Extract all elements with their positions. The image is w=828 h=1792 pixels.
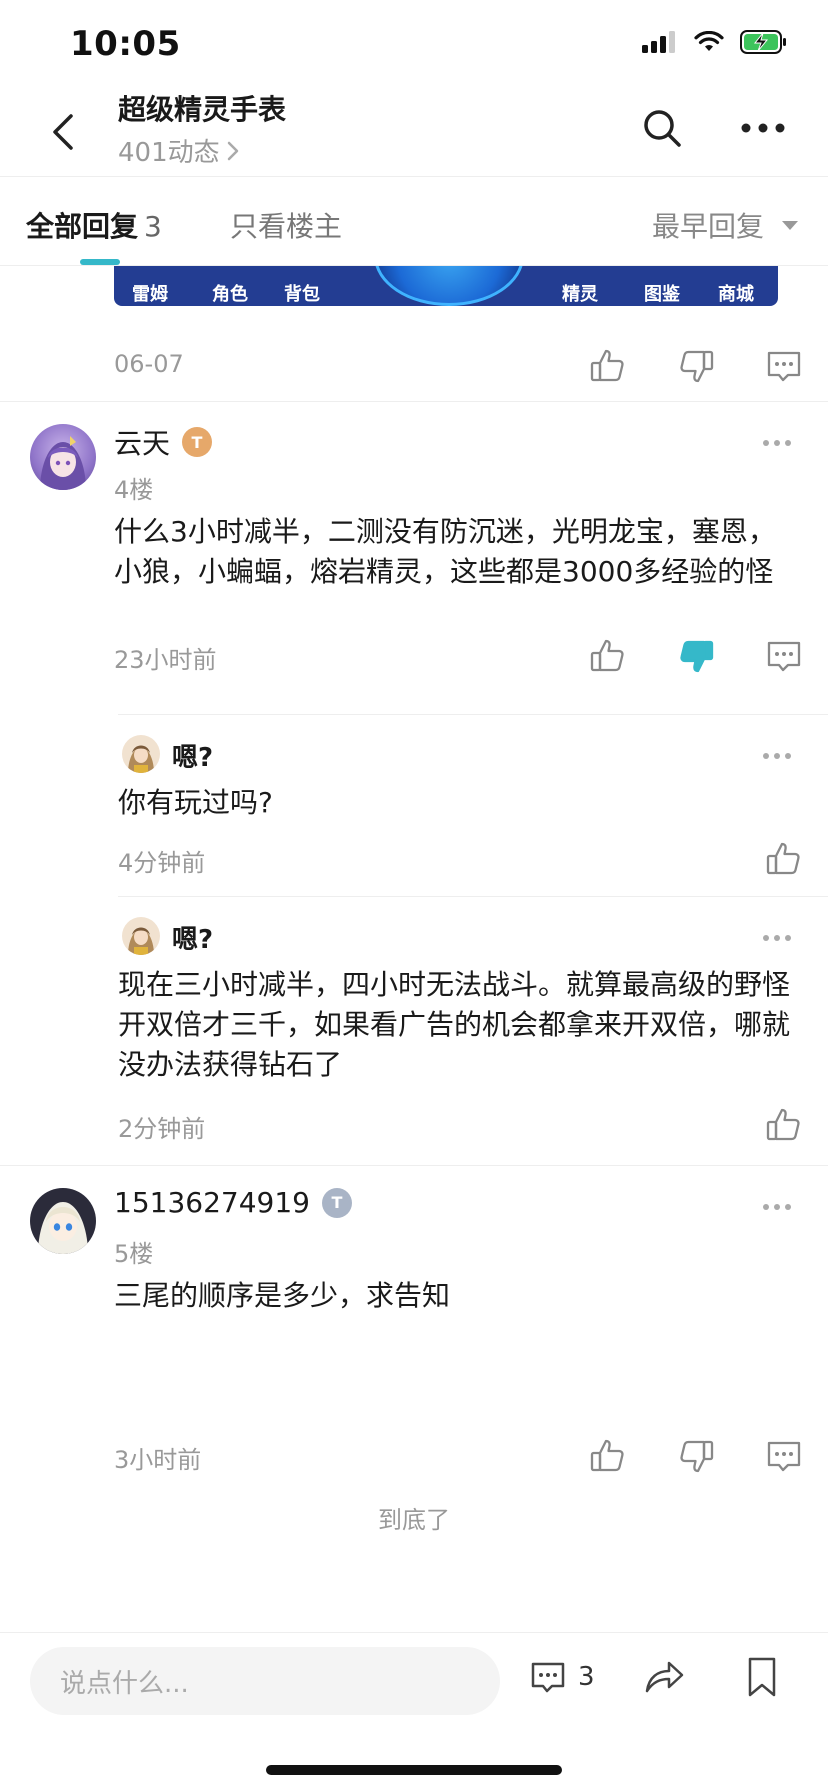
banner-label: 精灵: [562, 284, 598, 305]
end-of-list-text: 到底了: [378, 1506, 450, 1534]
banner-radar-graphic: [374, 266, 524, 306]
banner-label: 角色: [212, 284, 248, 305]
more-options-icon[interactable]: [762, 438, 792, 448]
username-text: 云天: [114, 427, 171, 460]
bottom-bar: 说点什么... 3: [0, 1632, 828, 1792]
like-icon[interactable]: [588, 1436, 628, 1476]
banner-label: 雷姆: [132, 284, 168, 305]
floor-number: 5楼: [114, 1240, 154, 1268]
reply-username[interactable]: 嗯?: [172, 919, 213, 956]
more-options-icon[interactable]: [762, 1202, 792, 1212]
comments-button[interactable]: 3: [528, 1657, 595, 1697]
avatar[interactable]: [30, 1188, 96, 1254]
bookmark-icon[interactable]: [742, 1655, 782, 1699]
dropdown-arrow-icon: [782, 220, 798, 230]
avatar[interactable]: [122, 735, 160, 773]
sub-reply: 嗯? 现在三小时减半，四小时无法战斗。就算最高级的野怪开双倍才三千，如果看广告的…: [118, 896, 828, 1166]
share-icon[interactable]: [642, 1655, 686, 1699]
chevron-left-icon: [53, 114, 73, 150]
user-level-badge: T: [182, 427, 213, 457]
battery-charging-icon: [740, 30, 786, 54]
username-text: 15136274919: [114, 1186, 310, 1219]
reply-body: 你有玩过吗?: [118, 786, 273, 819]
comment-icon[interactable]: [764, 1436, 804, 1476]
post-date: 06-07: [114, 350, 184, 378]
forum-subtitle: 401动态: [118, 138, 220, 168]
dislike-icon[interactable]: [676, 1436, 716, 1476]
status-time: 10:05: [70, 24, 181, 64]
user-level-badge: T: [321, 1187, 352, 1218]
comment-icon: [531, 1662, 565, 1693]
status-icons: [642, 30, 788, 54]
home-indicator: [266, 1765, 562, 1775]
avatar-illustration: [128, 745, 154, 773]
sort-dropdown[interactable]: 最早回复: [652, 205, 798, 245]
reply-time: 2分钟前: [118, 1115, 206, 1143]
dislike-icon[interactable]: [676, 346, 716, 386]
tab-all-replies[interactable]: 全部回复 3: [26, 205, 162, 245]
post-body: 三尾的顺序是多少，求告知: [114, 1279, 451, 1312]
status-bar: 10:05: [0, 0, 828, 88]
tab-all-label: 全部回复: [26, 210, 139, 243]
search-icon[interactable]: [640, 106, 684, 150]
floor-number: 4楼: [114, 476, 154, 504]
tab-op-only[interactable]: 只看楼主: [230, 205, 342, 245]
more-options-icon[interactable]: [740, 118, 786, 138]
post-time: 3小时前: [114, 1446, 202, 1474]
chevron-right-icon: [227, 141, 238, 160]
sub-reply: 嗯? 你有玩过吗? 4分钟前: [118, 714, 828, 896]
avatar[interactable]: [122, 917, 160, 955]
more-options-icon[interactable]: [762, 933, 792, 943]
reply-username[interactable]: 嗯?: [172, 737, 213, 774]
avatar[interactable]: [30, 424, 96, 490]
post-image-banner[interactable]: 雷姆 角色 背包 精灵 图鉴 商城: [114, 266, 778, 306]
avatar-illustration: [38, 1202, 88, 1254]
like-icon[interactable]: [764, 839, 804, 879]
tab-all-count: 3: [144, 210, 162, 243]
sort-label: 最早回复: [651, 210, 764, 243]
banner-label: 图鉴: [644, 284, 680, 305]
comment-icon[interactable]: [764, 636, 804, 676]
wifi-icon: [694, 31, 724, 51]
comment-input-placeholder: 说点什么...: [60, 1668, 189, 1699]
reply-filter-tabs: 全部回复 3 只看楼主 最早回复: [0, 176, 828, 266]
comment-icon[interactable]: [764, 346, 804, 386]
banner-label: 背包: [284, 284, 320, 305]
floor-post: 15136274919 T 5楼 三尾的顺序是多少，求告知 3小时前: [0, 1166, 828, 1486]
back-button[interactable]: [40, 106, 84, 158]
like-icon[interactable]: [588, 636, 628, 676]
comment-input[interactable]: 说点什么...: [30, 1647, 500, 1715]
like-icon[interactable]: [764, 1105, 804, 1145]
post-body: 什么3小时减半，二测没有防沉迷，光明龙宝，塞恩，小狼，小蝙蝠，熔岩精灵，这些都是…: [114, 515, 776, 588]
post-time: 23小时前: [114, 646, 217, 674]
banner-label: 商城: [718, 284, 754, 305]
floor-post: 云天 T 4楼 什么3小时减半，二测没有防沉迷，光明龙宝，塞恩，小狼，小蝙蝠，熔…: [0, 402, 828, 1166]
avatar-illustration: [40, 436, 86, 490]
forum-subtitle-link[interactable]: 401动态: [118, 132, 240, 169]
more-options-icon[interactable]: [762, 751, 792, 761]
username[interactable]: 云天 T: [114, 422, 213, 462]
comment-count: 3: [578, 1662, 595, 1692]
post-footer: 06-07: [0, 306, 828, 402]
forum-title[interactable]: 超级精灵手表: [118, 88, 286, 128]
cellular-signal-icon: [642, 31, 675, 53]
reply-body: 现在三小时减半，四小时无法战斗。就算最高级的野怪开双倍才三千，如果看广告的机会都…: [118, 968, 791, 1081]
active-tab-indicator: [80, 259, 120, 265]
dislike-icon-active[interactable]: [676, 636, 716, 676]
avatar-illustration: [128, 927, 154, 955]
nav-bar: 超级精灵手表 401动态: [0, 88, 828, 176]
like-icon[interactable]: [588, 346, 628, 386]
username[interactable]: 15136274919 T: [114, 1186, 352, 1219]
reply-time: 4分钟前: [118, 849, 206, 877]
